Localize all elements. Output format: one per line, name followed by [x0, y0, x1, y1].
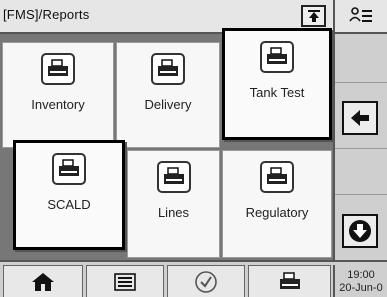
- down-arrow-icon: [349, 220, 371, 242]
- printer-icon: [52, 153, 86, 185]
- tile-delivery[interactable]: Delivery: [116, 42, 220, 148]
- tile-label: Inventory: [31, 97, 85, 112]
- clock-time: 19:00: [347, 269, 375, 281]
- tile-lines[interactable]: Lines: [127, 150, 220, 258]
- tile-label: SCALD: [47, 197, 91, 212]
- tile-scald[interactable]: SCALD: [13, 140, 125, 250]
- left-arrow-icon: [351, 110, 369, 126]
- side-panel: [333, 34, 387, 260]
- divider: [335, 82, 387, 83]
- back-button[interactable]: [342, 101, 378, 135]
- list-button[interactable]: [86, 265, 164, 297]
- divider: [335, 194, 387, 195]
- reports-grid: Inventory Delivery Tank Test SCALD Lines…: [0, 28, 333, 260]
- printer-icon: [260, 161, 294, 193]
- divider: [335, 148, 387, 149]
- printer-icon: [151, 53, 185, 85]
- print-button[interactable]: [248, 265, 331, 297]
- tile-tank-test[interactable]: Tank Test: [222, 28, 332, 140]
- clock-date: 20-Jun-0: [339, 282, 383, 294]
- tile-regulatory[interactable]: Regulatory: [222, 150, 332, 258]
- printer-icon: [260, 41, 294, 73]
- page-title: [FMS]/Reports: [3, 7, 90, 22]
- printer-icon: [41, 53, 75, 85]
- user-list-button[interactable]: [333, 0, 387, 34]
- user-list-icon: [349, 7, 372, 22]
- tile-inventory[interactable]: Inventory: [2, 42, 114, 148]
- printer-icon: [156, 161, 191, 193]
- tile-label: Delivery: [144, 97, 192, 112]
- home-button[interactable]: [3, 265, 83, 297]
- tile-label: Lines: [157, 205, 190, 220]
- tile-label: Regulatory: [245, 205, 309, 220]
- home-icon: [32, 272, 54, 291]
- check-icon: [195, 270, 217, 293]
- check-button[interactable]: [167, 265, 245, 297]
- list-icon: [114, 272, 136, 291]
- clock: 19:00 20-Jun-0: [333, 265, 387, 297]
- printer-icon: [279, 271, 300, 289]
- tile-label: Tank Test: [249, 85, 305, 100]
- bottom-bar: 19:00 20-Jun-0: [0, 260, 387, 297]
- up-arrow-icon: [307, 10, 320, 22]
- scroll-down-button[interactable]: [342, 214, 378, 248]
- collapse-button[interactable]: [301, 5, 326, 27]
